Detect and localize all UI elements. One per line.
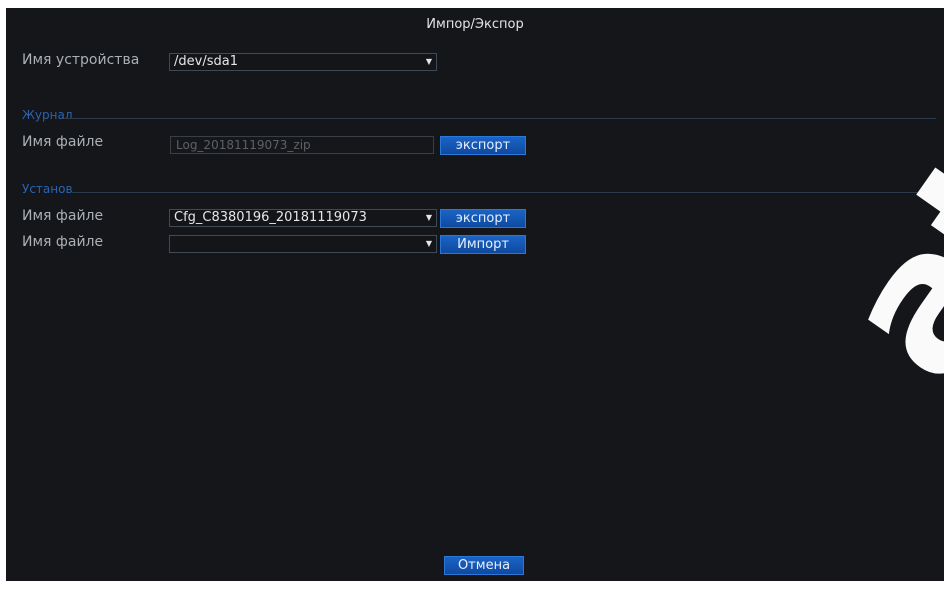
device-select[interactable]: /dev/sda1 ▼ [169,53,437,71]
log-file-label: Имя файле [22,134,104,150]
device-label: Имя устройства [22,52,140,68]
chevron-down-icon[interactable]: ▼ [424,238,434,250]
log-section-title: Журнал [22,108,73,122]
chevron-down-icon[interactable]: ▼ [424,56,434,68]
settings-section-divider [72,192,936,193]
chevron-down-icon[interactable]: ▼ [424,212,434,224]
settings-section-title: Установ [22,182,73,196]
cancel-button[interactable]: Отмена [444,556,524,575]
settings-export-button[interactable]: экспорт [440,209,526,228]
settings-export-file-select[interactable]: Cfg_C8380196_20181119073 ▼ [169,209,437,227]
settings-export-file-label: Имя файле [22,208,104,224]
dialog-title: Импор/Экспор [426,17,524,32]
log-file-name-field[interactable]: Log_20181119073_zip [170,136,434,154]
settings-import-file-label: Имя файле [22,234,104,250]
settings-import-button[interactable]: Импорт [440,235,526,254]
log-section-divider [64,118,936,119]
settings-import-file-select[interactable]: ▼ [169,235,437,253]
device-select-value: /dev/sda1 [174,54,238,69]
log-export-button[interactable]: экспорт [440,136,526,155]
settings-export-file-value: Cfg_C8380196_20181119073 [174,210,367,225]
import-export-dialog: Импор/Экспор Имя устройства /dev/sda1 ▼ … [6,8,944,581]
